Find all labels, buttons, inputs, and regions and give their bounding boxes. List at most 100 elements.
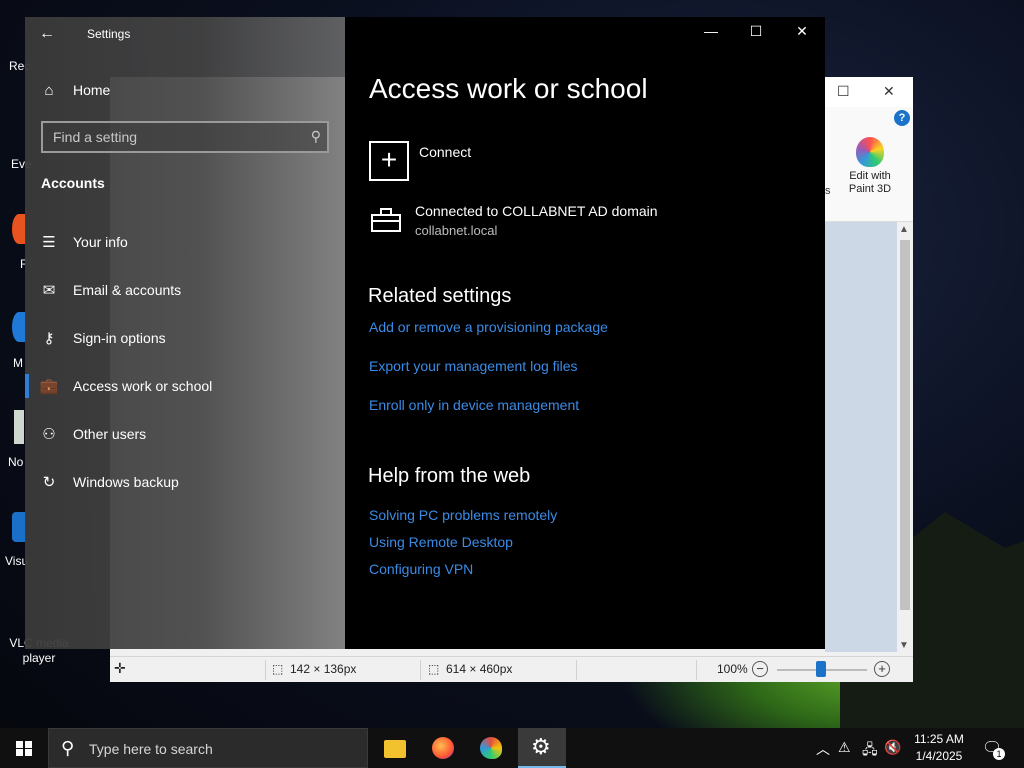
start-button[interactable] — [0, 728, 48, 768]
taskbar-file-explorer[interactable] — [371, 728, 419, 768]
section-accounts: Accounts — [41, 175, 105, 191]
person-icon: ⚇ — [42, 426, 56, 443]
taskbar-search-placeholder: Type here to search — [89, 741, 213, 757]
paint-canvas-area[interactable] — [825, 222, 897, 652]
page-title: Access work or school — [369, 73, 648, 104]
paint-vertical-scrollbar[interactable]: ▲ ▼ — [897, 222, 913, 656]
ribbon-partial-text: s — [825, 185, 831, 197]
zoom-level: 100% — [717, 662, 748, 676]
paint-statusbar: ✛ ⬚ 142 × 136px ⬚ 614 × 460px 100% − + — [110, 656, 913, 682]
settings-content-pane: — ☐ ✕ Access work or school + Connect Co… — [345, 17, 825, 649]
taskbar-settings[interactable]: ⚙ — [518, 728, 566, 768]
scroll-thumb[interactable] — [900, 240, 910, 610]
window-title: Settings — [87, 27, 131, 41]
sidebar-item-windows-backup[interactable]: ↻ Windows backup — [25, 462, 345, 502]
close-icon[interactable]: ✕ — [782, 23, 822, 43]
connect-button[interactable]: + Connect — [369, 141, 471, 181]
account-domain: collabnet.local — [415, 223, 498, 238]
desktop-icon-edge-glyph[interactable] — [12, 312, 26, 342]
sidebar-item-email-accounts[interactable]: ✉ Email & accounts — [25, 270, 345, 310]
zoom-out-icon[interactable]: − — [752, 661, 768, 677]
paint-maximize-icon[interactable]: ☐ — [837, 83, 850, 100]
firefox-icon — [432, 737, 454, 759]
key-icon: ⚷ — [43, 330, 55, 347]
clock-time: 11:25 AM — [914, 732, 964, 746]
paint-titlebar: ☐ ✕ — [825, 77, 913, 107]
settings-nav-pane: ← Settings ⌂ Home ⚲ Accounts ☰ Your info… — [25, 17, 345, 649]
clock-date: 1/4/2025 — [915, 749, 963, 763]
sidebar-item-other-users[interactable]: ⚇ Other users — [25, 414, 345, 454]
status-separator — [696, 660, 697, 680]
status-separator — [420, 660, 421, 680]
scroll-down-icon[interactable]: ▼ — [899, 640, 909, 651]
scroll-up-icon[interactable]: ▲ — [899, 224, 909, 235]
link-remote-desktop[interactable]: Using Remote Desktop — [369, 534, 513, 550]
zoom-in-icon[interactable]: + — [874, 661, 890, 677]
image-size-icon: ⬚ — [428, 662, 440, 676]
link-solving-pc-problems[interactable]: Solving PC problems remotely — [369, 507, 557, 523]
status-separator — [576, 660, 577, 680]
nav-home[interactable]: ⌂ Home — [25, 70, 345, 110]
notification-count-badge: 1 — [993, 748, 1005, 760]
link-export-management-logs[interactable]: Export your management log files — [369, 358, 578, 374]
sidebar-item-label: Your info — [73, 234, 128, 250]
account-name: Connected to COLLABNET AD domain — [415, 203, 658, 219]
sidebar-item-access-work-school[interactable]: 💼 Access work or school — [25, 366, 345, 406]
sidebar-item-your-info[interactable]: ☰ Your info — [25, 222, 345, 262]
minimize-icon[interactable]: — — [691, 23, 731, 43]
plus-icon: + — [369, 141, 409, 181]
desktop-icon-m-label[interactable]: M — [13, 356, 23, 370]
maximize-icon[interactable]: ☐ — [736, 23, 776, 43]
taskbar-paint[interactable] — [467, 728, 515, 768]
selection-size: 142 × 136px — [290, 662, 357, 676]
status-separator — [265, 660, 266, 680]
paint-close-icon[interactable]: ✕ — [883, 83, 895, 100]
find-setting-search: ⚲ — [41, 121, 329, 153]
network-icon[interactable]: 🖧 — [862, 739, 878, 763]
sidebar-item-label: Windows backup — [73, 474, 179, 490]
paint3d-icon — [856, 137, 884, 167]
desktop-icon-notepad-label[interactable]: No — [8, 455, 23, 469]
sidebar-item-label: Sign-in options — [73, 330, 166, 346]
security-alert-icon[interactable]: ⚠ — [838, 739, 851, 756]
find-setting-input[interactable] — [43, 123, 301, 151]
gear-icon: ⚙ — [531, 734, 551, 759]
taskbar-search[interactable]: ⚲ Type here to search — [48, 728, 368, 768]
help-web-heading: Help from the web — [368, 465, 531, 487]
image-size: 614 × 460px — [446, 662, 513, 676]
sync-icon: ↻ — [42, 474, 56, 491]
home-icon: ⌂ — [44, 81, 54, 99]
chevron-up-icon[interactable]: ︿ — [816, 739, 830, 759]
briefcase-icon — [369, 206, 405, 236]
person-card-icon: ☰ — [42, 234, 56, 251]
settings-window: ← Settings ⌂ Home ⚲ Accounts ☰ Your info… — [25, 17, 825, 649]
paint-palette-icon — [480, 737, 502, 759]
briefcase-icon: 💼 — [39, 378, 59, 395]
sidebar-item-label: Access work or school — [73, 378, 213, 394]
taskbar-firefox[interactable] — [419, 728, 467, 768]
nav-home-label: Home — [73, 82, 111, 98]
edit-with-paint3d-button[interactable]: Edit with Paint 3D — [845, 137, 895, 196]
connect-label: Connect — [419, 144, 472, 160]
link-provisioning-package[interactable]: Add or remove a provisioning package — [369, 319, 608, 335]
volume-muted-icon[interactable]: 🔇 — [884, 739, 901, 756]
related-settings-heading: Related settings — [368, 285, 512, 307]
work-account-item[interactable]: Connected to COLLABNET AD domain collabn… — [369, 203, 658, 238]
taskbar: ⚲ Type here to search ⚙ ︿ ⚠ 🖧 🔇 11:25 AM… — [0, 728, 1024, 768]
search-icon[interactable]: ⚲ — [311, 128, 321, 145]
desktop-icon-notepad-glyph[interactable] — [14, 410, 24, 444]
clock[interactable]: 11:25 AM 1/4/2025 — [904, 731, 974, 765]
link-configuring-vpn[interactable]: Configuring VPN — [369, 561, 473, 577]
desktop-icon-firefox-glyph[interactable] — [12, 214, 26, 244]
desktop-icon-vscode-glyph[interactable] — [12, 512, 26, 542]
help-icon[interactable]: ? — [894, 110, 910, 126]
zoom-slider-thumb[interactable] — [816, 661, 826, 677]
edit-with-paint3d-label: Edit with Paint 3D — [848, 170, 892, 195]
move-icon: ✛ — [114, 660, 126, 676]
selection-icon: ⬚ — [272, 662, 284, 676]
back-arrow-icon[interactable]: ← — [39, 25, 55, 43]
mail-icon: ✉ — [42, 282, 56, 299]
sidebar-item-sign-in-options[interactable]: ⚷ Sign-in options — [25, 318, 345, 358]
link-enroll-device-management[interactable]: Enroll only in device management — [369, 397, 579, 413]
sidebar-item-label: Email & accounts — [73, 282, 182, 298]
